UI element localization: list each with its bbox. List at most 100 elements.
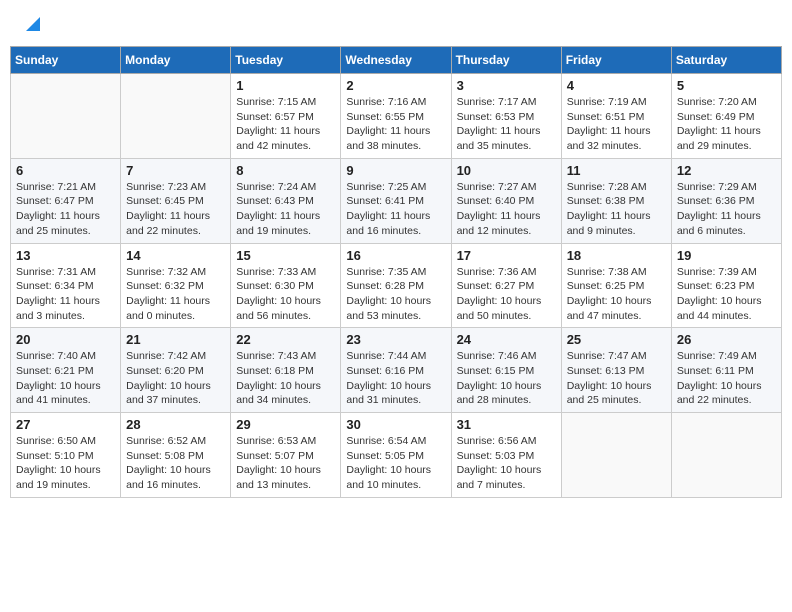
day-number: 5	[677, 78, 776, 93]
day-number: 3	[457, 78, 556, 93]
day-number: 4	[567, 78, 666, 93]
calendar-cell: 30 Sunrise: 6:54 AM Sunset: 5:05 PM Dayli…	[341, 413, 451, 498]
day-number: 2	[346, 78, 445, 93]
day-number: 1	[236, 78, 335, 93]
day-info: Sunrise: 7:24 AM Sunset: 6:43 PM Dayligh…	[236, 180, 335, 239]
day-number: 25	[567, 332, 666, 347]
calendar-cell: 6 Sunrise: 7:21 AM Sunset: 6:47 PM Daylig…	[11, 158, 121, 243]
day-of-week-header: Thursday	[451, 47, 561, 74]
day-info: Sunrise: 6:56 AM Sunset: 5:03 PM Dayligh…	[457, 434, 556, 493]
calendar-cell: 18 Sunrise: 7:38 AM Sunset: 6:25 PM Dayli…	[561, 243, 671, 328]
day-info: Sunrise: 6:53 AM Sunset: 5:07 PM Dayligh…	[236, 434, 335, 493]
day-number: 23	[346, 332, 445, 347]
calendar-cell	[561, 413, 671, 498]
day-info: Sunrise: 7:39 AM Sunset: 6:23 PM Dayligh…	[677, 265, 776, 324]
calendar-cell: 26 Sunrise: 7:49 AM Sunset: 6:11 PM Dayli…	[671, 328, 781, 413]
day-info: Sunrise: 7:44 AM Sunset: 6:16 PM Dayligh…	[346, 349, 445, 408]
calendar-cell: 1 Sunrise: 7:15 AM Sunset: 6:57 PM Daylig…	[231, 74, 341, 159]
day-info: Sunrise: 6:50 AM Sunset: 5:10 PM Dayligh…	[16, 434, 115, 493]
day-info: Sunrise: 7:15 AM Sunset: 6:57 PM Dayligh…	[236, 95, 335, 154]
day-number: 9	[346, 163, 445, 178]
day-info: Sunrise: 7:28 AM Sunset: 6:38 PM Dayligh…	[567, 180, 666, 239]
page-header	[10, 10, 782, 38]
day-number: 21	[126, 332, 225, 347]
calendar-header-row: SundayMondayTuesdayWednesdayThursdayFrid…	[11, 47, 782, 74]
calendar-cell: 25 Sunrise: 7:47 AM Sunset: 6:13 PM Dayli…	[561, 328, 671, 413]
day-number: 8	[236, 163, 335, 178]
calendar-week-row: 6 Sunrise: 7:21 AM Sunset: 6:47 PM Daylig…	[11, 158, 782, 243]
day-info: Sunrise: 7:16 AM Sunset: 6:55 PM Dayligh…	[346, 95, 445, 154]
day-of-week-header: Friday	[561, 47, 671, 74]
calendar-cell: 28Sunrise: 6:52 AM Sunset: 5:08 PM Dayli…	[121, 413, 231, 498]
day-of-week-header: Saturday	[671, 47, 781, 74]
day-info: Sunrise: 7:19 AM Sunset: 6:51 PM Dayligh…	[567, 95, 666, 154]
calendar-cell: 13 Sunrise: 7:31 AM Sunset: 6:34 PM Dayli…	[11, 243, 121, 328]
day-of-week-header: Monday	[121, 47, 231, 74]
calendar-table: SundayMondayTuesdayWednesdayThursdayFrid…	[10, 46, 782, 498]
calendar-cell: 27 Sunrise: 6:50 AM Sunset: 5:10 PM Dayli…	[11, 413, 121, 498]
day-info: Sunrise: 7:27 AM Sunset: 6:40 PM Dayligh…	[457, 180, 556, 239]
day-number: 14	[126, 248, 225, 263]
calendar-week-row: 27 Sunrise: 6:50 AM Sunset: 5:10 PM Dayli…	[11, 413, 782, 498]
day-info: Sunrise: 7:38 AM Sunset: 6:25 PM Dayligh…	[567, 265, 666, 324]
calendar-cell: 23 Sunrise: 7:44 AM Sunset: 6:16 PM Dayli…	[341, 328, 451, 413]
day-info: Sunrise: 7:42 AM Sunset: 6:20 PM Dayligh…	[126, 349, 225, 408]
calendar-cell: 2 Sunrise: 7:16 AM Sunset: 6:55 PM Daylig…	[341, 74, 451, 159]
day-number: 27	[16, 417, 115, 432]
calendar-cell: 10 Sunrise: 7:27 AM Sunset: 6:40 PM Dayli…	[451, 158, 561, 243]
day-number: 10	[457, 163, 556, 178]
day-number: 30	[346, 417, 445, 432]
calendar-cell: 11 Sunrise: 7:28 AM Sunset: 6:38 PM Dayli…	[561, 158, 671, 243]
logo-triangle-icon	[24, 15, 42, 33]
day-info: Sunrise: 7:43 AM Sunset: 6:18 PM Dayligh…	[236, 349, 335, 408]
day-info: Sunrise: 6:54 AM Sunset: 5:05 PM Dayligh…	[346, 434, 445, 493]
calendar-cell: 4 Sunrise: 7:19 AM Sunset: 6:51 PM Daylig…	[561, 74, 671, 159]
day-of-week-header: Sunday	[11, 47, 121, 74]
day-info: Sunrise: 7:46 AM Sunset: 6:15 PM Dayligh…	[457, 349, 556, 408]
day-number: 17	[457, 248, 556, 263]
day-info: Sunrise: 6:52 AM Sunset: 5:08 PM Dayligh…	[126, 434, 225, 493]
day-number: 19	[677, 248, 776, 263]
day-number: 20	[16, 332, 115, 347]
calendar-cell: 8 Sunrise: 7:24 AM Sunset: 6:43 PM Daylig…	[231, 158, 341, 243]
day-number: 29	[236, 417, 335, 432]
calendar-cell: 17Sunrise: 7:36 AM Sunset: 6:27 PM Dayli…	[451, 243, 561, 328]
day-number: 6	[16, 163, 115, 178]
day-info: Sunrise: 7:49 AM Sunset: 6:11 PM Dayligh…	[677, 349, 776, 408]
calendar-cell: 31Sunrise: 6:56 AM Sunset: 5:03 PM Dayli…	[451, 413, 561, 498]
day-number: 18	[567, 248, 666, 263]
day-number: 15	[236, 248, 335, 263]
day-number: 13	[16, 248, 115, 263]
day-info: Sunrise: 7:33 AM Sunset: 6:30 PM Dayligh…	[236, 265, 335, 324]
day-number: 12	[677, 163, 776, 178]
day-info: Sunrise: 7:31 AM Sunset: 6:34 PM Dayligh…	[16, 265, 115, 324]
calendar-cell: 5Sunrise: 7:20 AM Sunset: 6:49 PM Daylig…	[671, 74, 781, 159]
calendar-cell: 16 Sunrise: 7:35 AM Sunset: 6:28 PM Dayli…	[341, 243, 451, 328]
calendar-week-row: 13 Sunrise: 7:31 AM Sunset: 6:34 PM Dayli…	[11, 243, 782, 328]
day-number: 11	[567, 163, 666, 178]
day-of-week-header: Tuesday	[231, 47, 341, 74]
calendar-cell: 12Sunrise: 7:29 AM Sunset: 6:36 PM Dayli…	[671, 158, 781, 243]
calendar-cell: 21 Sunrise: 7:42 AM Sunset: 6:20 PM Dayli…	[121, 328, 231, 413]
day-info: Sunrise: 7:32 AM Sunset: 6:32 PM Dayligh…	[126, 265, 225, 324]
calendar-week-row: 1 Sunrise: 7:15 AM Sunset: 6:57 PM Daylig…	[11, 74, 782, 159]
calendar-cell: 19 Sunrise: 7:39 AM Sunset: 6:23 PM Dayli…	[671, 243, 781, 328]
calendar-cell: 15 Sunrise: 7:33 AM Sunset: 6:30 PM Dayli…	[231, 243, 341, 328]
day-number: 22	[236, 332, 335, 347]
calendar-cell: 7Sunrise: 7:23 AM Sunset: 6:45 PM Daylig…	[121, 158, 231, 243]
day-number: 16	[346, 248, 445, 263]
day-number: 26	[677, 332, 776, 347]
calendar-cell: 3Sunrise: 7:17 AM Sunset: 6:53 PM Daylig…	[451, 74, 561, 159]
day-info: Sunrise: 7:21 AM Sunset: 6:47 PM Dayligh…	[16, 180, 115, 239]
day-number: 24	[457, 332, 556, 347]
day-info: Sunrise: 7:47 AM Sunset: 6:13 PM Dayligh…	[567, 349, 666, 408]
calendar-cell: 9 Sunrise: 7:25 AM Sunset: 6:41 PM Daylig…	[341, 158, 451, 243]
day-of-week-header: Wednesday	[341, 47, 451, 74]
day-number: 7	[126, 163, 225, 178]
calendar-cell: 24 Sunrise: 7:46 AM Sunset: 6:15 PM Dayli…	[451, 328, 561, 413]
day-info: Sunrise: 7:25 AM Sunset: 6:41 PM Dayligh…	[346, 180, 445, 239]
calendar-cell	[11, 74, 121, 159]
day-info: Sunrise: 7:35 AM Sunset: 6:28 PM Dayligh…	[346, 265, 445, 324]
calendar-cell	[121, 74, 231, 159]
calendar-cell: 14 Sunrise: 7:32 AM Sunset: 6:32 PM Dayli…	[121, 243, 231, 328]
